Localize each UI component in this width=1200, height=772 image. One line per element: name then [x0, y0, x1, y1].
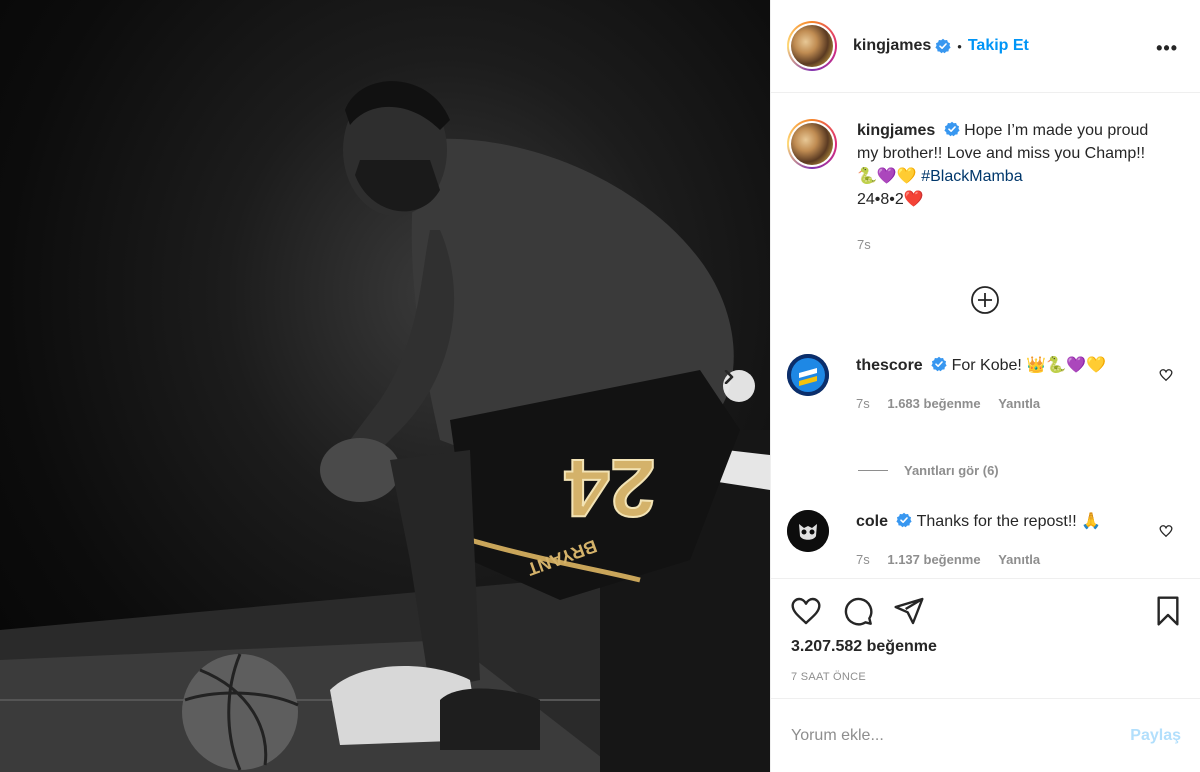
post-actions: 3.207.582 beğenme 7 SAAT ÖNCE [771, 578, 1200, 698]
avatar-image [791, 123, 833, 165]
comment-item: cole Thanks for the repost!! 🙏 7s 1.137 … [787, 510, 1187, 572]
commenter-avatar[interactable] [787, 354, 829, 396]
thescore-logo-icon [787, 354, 829, 396]
comment-text: For Kobe! 👑🐍💜💛 [951, 357, 1106, 374]
verified-badge-icon [935, 38, 951, 54]
comments-section[interactable]: kingjames Hope I’m made you proud my bro… [771, 93, 1200, 578]
post-details-panel: kingjames • Takip Et ••• kingjames Hope … [770, 0, 1200, 772]
caption-username[interactable]: kingjames [857, 122, 935, 139]
caption-avatar[interactable] [787, 119, 837, 169]
comment-item: thescore For Kobe! 👑🐍💜💛 7s 1.683 beğenme… [787, 354, 1187, 416]
author-avatar[interactable] [787, 21, 837, 71]
verified-badge-icon [896, 512, 913, 528]
comment-like-heart-icon[interactable] [1159, 368, 1173, 382]
separator-dot: • [957, 38, 962, 54]
avatar-image [791, 25, 833, 67]
commenter-avatar[interactable] [787, 510, 829, 552]
bookmark-icon[interactable] [1151, 595, 1185, 627]
jersey-number: 24 [564, 442, 656, 533]
chevron-right-icon [724, 370, 734, 384]
comment-reply-button[interactable]: Yanıtla [998, 552, 1040, 567]
more-options-button[interactable]: ••• [1156, 38, 1178, 59]
verified-badge-icon [944, 121, 960, 137]
post-comment-button[interactable]: Paylaş [1130, 727, 1181, 745]
comment-body: thescore For Kobe! 👑🐍💜💛 7s 1.683 beğenme… [856, 354, 1146, 416]
comment-username[interactable]: thescore [856, 357, 923, 374]
comment-reply-button[interactable]: Yanıtla [998, 396, 1040, 411]
plus-circle-icon [971, 286, 999, 314]
verified-badge-icon [931, 356, 947, 372]
comment-text: Thanks for the repost!! 🙏 [916, 513, 1102, 530]
caption-line2: 24•8•2❤️ [857, 191, 924, 208]
comment-likes[interactable]: 1.137 beğenme [887, 552, 980, 567]
comment-meta: 7s 1.137 beğenme Yanıtla [856, 548, 1146, 572]
caption-hashtag[interactable]: #BlackMamba [921, 168, 1022, 185]
comment-time[interactable]: 7s [856, 396, 870, 411]
post-timestamp[interactable]: 7 SAAT ÖNCE [791, 671, 866, 683]
comment-body: cole Thanks for the repost!! 🙏 7s 1.137 … [856, 510, 1146, 572]
replies-divider [858, 470, 888, 471]
comment-likes[interactable]: 1.683 beğenme [887, 396, 980, 411]
comment-bubble-icon[interactable] [841, 595, 875, 627]
add-comment-bar: Paylaş [771, 698, 1200, 772]
heart-icon[interactable] [789, 595, 823, 627]
follow-button[interactable]: Takip Et [968, 37, 1029, 55]
post-header: kingjames • Takip Et ••• [771, 0, 1200, 93]
comment-time[interactable]: 7s [856, 552, 870, 567]
comment-username[interactable]: cole [856, 513, 888, 530]
comment-meta: 7s 1.683 beğenme Yanıtla [856, 392, 1146, 416]
comment-like-heart-icon[interactable] [1159, 524, 1173, 538]
caption-text-block: kingjames Hope I’m made you proud my bro… [857, 119, 1157, 256]
view-replies-label: Yanıtları gör (6) [904, 463, 999, 478]
next-photo-button[interactable] [723, 370, 755, 402]
comment-input[interactable] [791, 726, 1131, 745]
likes-count[interactable]: 3.207.582 beğenme [791, 638, 937, 656]
owl-logo-icon [787, 510, 829, 552]
paper-plane-icon[interactable] [892, 595, 926, 627]
post-caption: kingjames Hope I’m made you proud my bro… [787, 119, 1187, 256]
post-photo: 24 BRYANT [0, 0, 770, 772]
load-more-comments-button[interactable] [970, 285, 1000, 320]
photo-illustration: 24 BRYANT [0, 81, 770, 772]
caption-time[interactable]: 7s [857, 233, 1157, 256]
author-username[interactable]: kingjames [853, 37, 931, 55]
view-replies-button[interactable]: Yanıtları gör (6) [858, 463, 999, 478]
